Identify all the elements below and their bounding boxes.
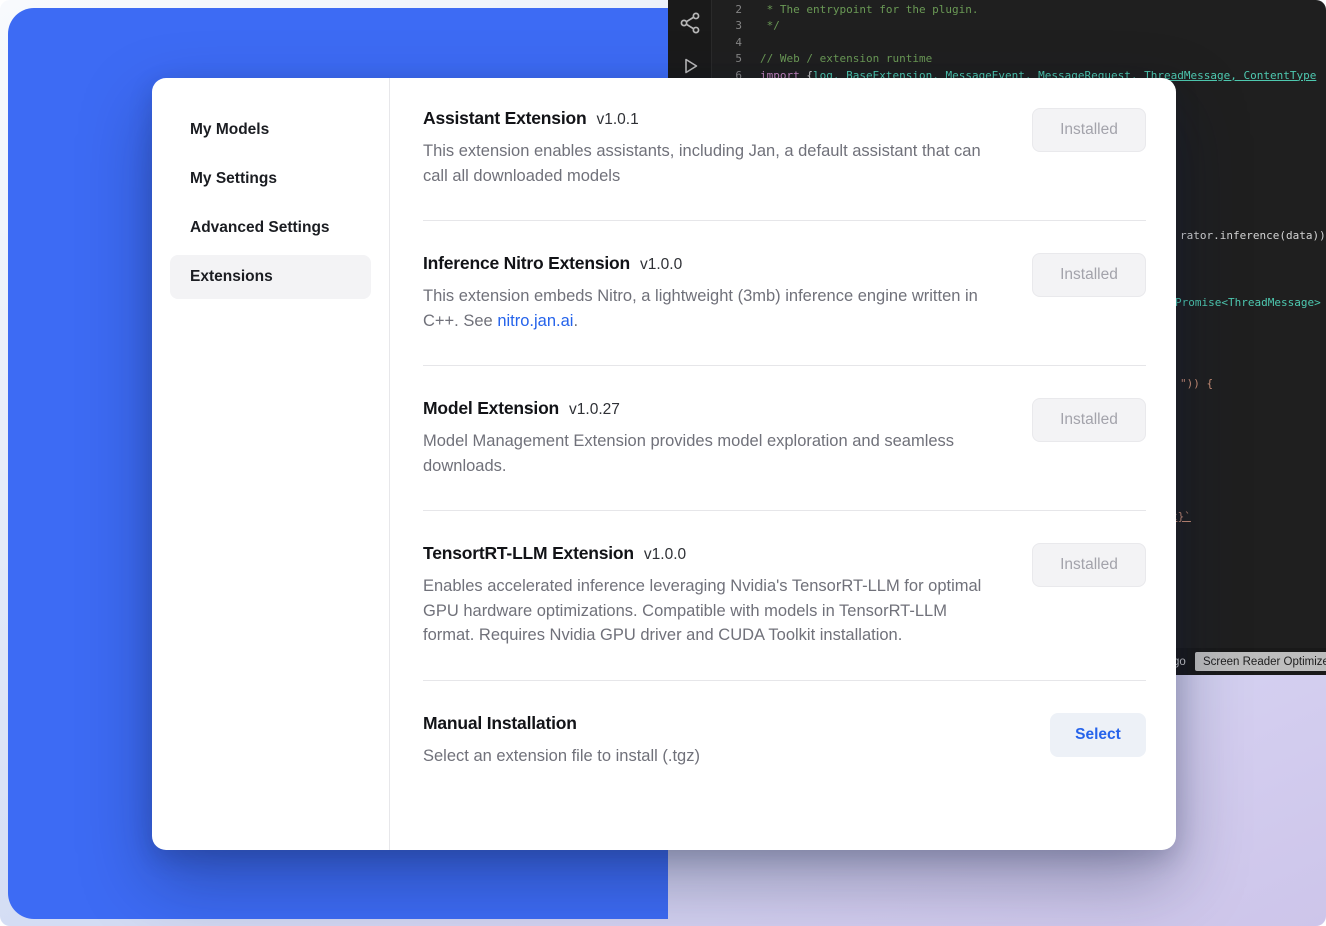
extension-name: TensortRT-LLM Extension (423, 543, 634, 564)
extension-description: This extension embeds Nitro, a lightweig… (423, 284, 1001, 333)
extension-info: TensortRT-LLM Extension v1.0.0 Enables a… (423, 543, 1001, 648)
manual-installation-description: Select an extension file to install (.tg… (423, 744, 1001, 769)
sidebar-item-advanced-settings[interactable]: Advanced Settings (170, 206, 371, 250)
sidebar-item-extensions[interactable]: Extensions (170, 255, 371, 299)
sidebar-item-my-settings[interactable]: My Settings (170, 157, 371, 201)
code-line: 3 */ (668, 18, 1326, 34)
extension-info: Assistant Extension v1.0.1 This extensio… (423, 108, 1001, 188)
line-number: 5 (668, 51, 742, 67)
extension-version: v1.0.27 (569, 401, 620, 419)
sidebar-item-label: My Settings (190, 170, 277, 188)
extension-info: Model Extension v1.0.27 Model Management… (423, 398, 1001, 478)
settings-sidebar: My Models My Settings Advanced Settings … (152, 78, 390, 850)
nitro-jan-ai-link[interactable]: nitro.jan.ai (497, 312, 573, 330)
installed-button[interactable]: Installed (1032, 253, 1146, 297)
extension-version: v1.0.0 (644, 546, 686, 564)
code-fragment: rator.inference(data)); (1180, 229, 1326, 242)
installed-button[interactable]: Installed (1032, 398, 1146, 442)
installed-button[interactable]: Installed (1032, 108, 1146, 152)
extension-version: v1.0.1 (596, 111, 638, 129)
extension-name: Model Extension (423, 398, 559, 419)
line-number: 4 (668, 35, 742, 51)
manual-installation-row: Manual Installation Select an extension … (423, 681, 1146, 801)
code-line: 2 * The entrypoint for the plugin. (668, 2, 1326, 18)
extension-title-row: Model Extension v1.0.27 (423, 398, 1001, 419)
extension-info: Inference Nitro Extension v1.0.0 This ex… (423, 253, 1001, 333)
code-text: * The entrypoint for the plugin. (742, 2, 979, 18)
code-fragment: Promise<ThreadMessage> (1175, 296, 1321, 309)
extension-name: Assistant Extension (423, 108, 586, 129)
extension-title-row: Assistant Extension v1.0.1 (423, 108, 1001, 129)
line-number: 3 (668, 18, 742, 34)
select-file-button[interactable]: Select (1050, 713, 1146, 757)
extension-row-tensorrt: TensortRT-LLM Extension v1.0.0 Enables a… (423, 511, 1146, 681)
extensions-panel: Assistant Extension v1.0.1 This extensio… (390, 78, 1176, 850)
code-text: */ (742, 18, 780, 34)
page: 2 * The entrypoint for the plugin. 3 */ … (0, 0, 1326, 926)
extension-description: Enables accelerated inference leveraging… (423, 574, 1001, 648)
extension-title-row: Manual Installation (423, 713, 1001, 734)
extension-info: Manual Installation Select an extension … (423, 713, 1001, 769)
sidebar-item-label: Advanced Settings (190, 219, 330, 237)
code-text: // Web / extension runtime (742, 51, 932, 67)
code-line: 5 // Web / extension runtime (668, 51, 1326, 67)
installed-button[interactable]: Installed (1032, 543, 1146, 587)
extension-description: This extension enables assistants, inclu… (423, 139, 1001, 188)
sidebar-item-label: My Models (190, 121, 269, 139)
sidebar-item-my-models[interactable]: My Models (170, 108, 371, 152)
extension-description: Model Management Extension provides mode… (423, 429, 1001, 478)
manual-installation-title: Manual Installation (423, 713, 577, 734)
extension-row-assistant: Assistant Extension v1.0.1 This extensio… (423, 108, 1146, 221)
extension-version: v1.0.0 (640, 256, 682, 274)
extension-name: Inference Nitro Extension (423, 253, 630, 274)
sidebar-item-label: Extensions (190, 268, 273, 286)
settings-modal: My Models My Settings Advanced Settings … (152, 78, 1176, 850)
line-number: 2 (668, 2, 742, 18)
extension-title-row: TensortRT-LLM Extension v1.0.0 (423, 543, 1001, 564)
description-text: . (573, 312, 578, 330)
code-text (742, 35, 760, 51)
code-line: 4 (668, 35, 1326, 51)
code-fragment: ")) { (1180, 377, 1213, 390)
code-block: 2 * The entrypoint for the plugin. 3 */ … (668, 2, 1326, 84)
screen-reader-chip[interactable]: Screen Reader Optimize (1195, 652, 1326, 671)
extension-title-row: Inference Nitro Extension v1.0.0 (423, 253, 1001, 274)
extension-row-nitro: Inference Nitro Extension v1.0.0 This ex… (423, 221, 1146, 366)
extension-row-model: Model Extension v1.0.27 Model Management… (423, 366, 1146, 511)
